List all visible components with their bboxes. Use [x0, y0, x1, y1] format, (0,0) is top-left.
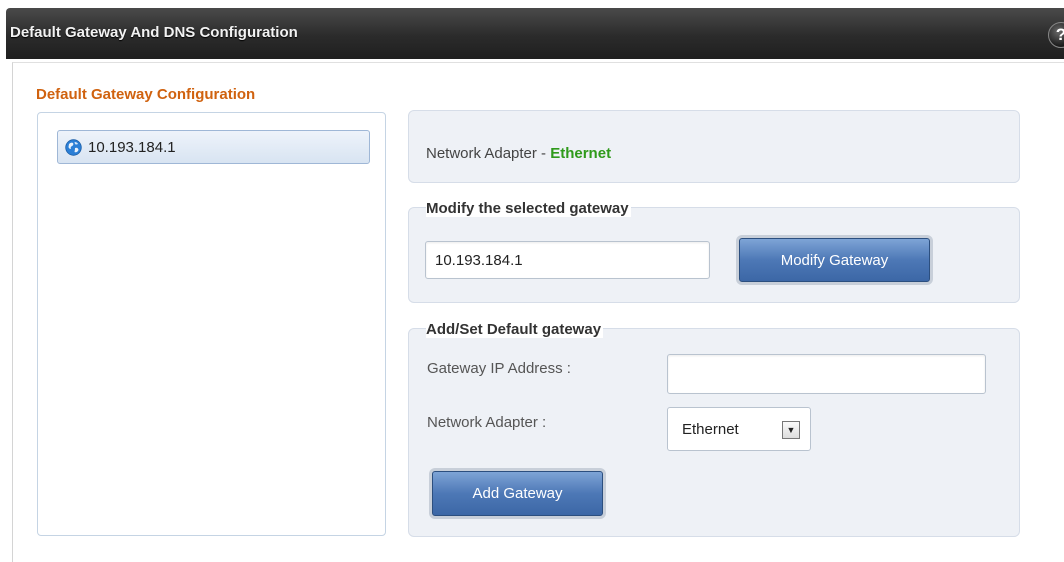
network-adapter-select[interactable]: Ethernet ▼: [667, 407, 811, 451]
globe-icon: [65, 138, 82, 156]
title-bar: Default Gateway And DNS Configuration ?: [6, 8, 1064, 59]
gateway-address: 10.193.184.1: [88, 138, 176, 156]
modify-gateway-button[interactable]: Modify Gateway: [739, 238, 930, 282]
network-adapter-value: Ethernet: [682, 420, 739, 438]
add-gateway-button[interactable]: Add Gateway: [432, 471, 603, 516]
help-icon[interactable]: ?: [1048, 22, 1064, 48]
add-gateway-legend: Add/Set Default gateway: [426, 321, 604, 338]
modify-gateway-input[interactable]: 10.193.184.1: [425, 241, 710, 279]
adapter-name: Ethernet: [550, 145, 612, 162]
network-adapter-label: Network Adapter :: [427, 414, 547, 431]
gateway-list-item[interactable]: 10.193.184.1: [57, 130, 370, 164]
gateway-list: 10.193.184.1: [37, 112, 386, 536]
adapter-info-text: Network Adapter - Ethernet: [426, 145, 611, 162]
section-title: Default Gateway Configuration: [36, 86, 256, 103]
adapter-prefix: Network Adapter -: [426, 145, 551, 162]
chevron-down-icon[interactable]: ▼: [782, 421, 800, 439]
gateway-ip-input[interactable]: [667, 354, 986, 394]
modify-gateway-legend: Modify the selected gateway: [426, 200, 631, 217]
gateway-ip-label: Gateway IP Address :: [427, 360, 571, 377]
window-title: Default Gateway And DNS Configuration: [10, 24, 298, 41]
